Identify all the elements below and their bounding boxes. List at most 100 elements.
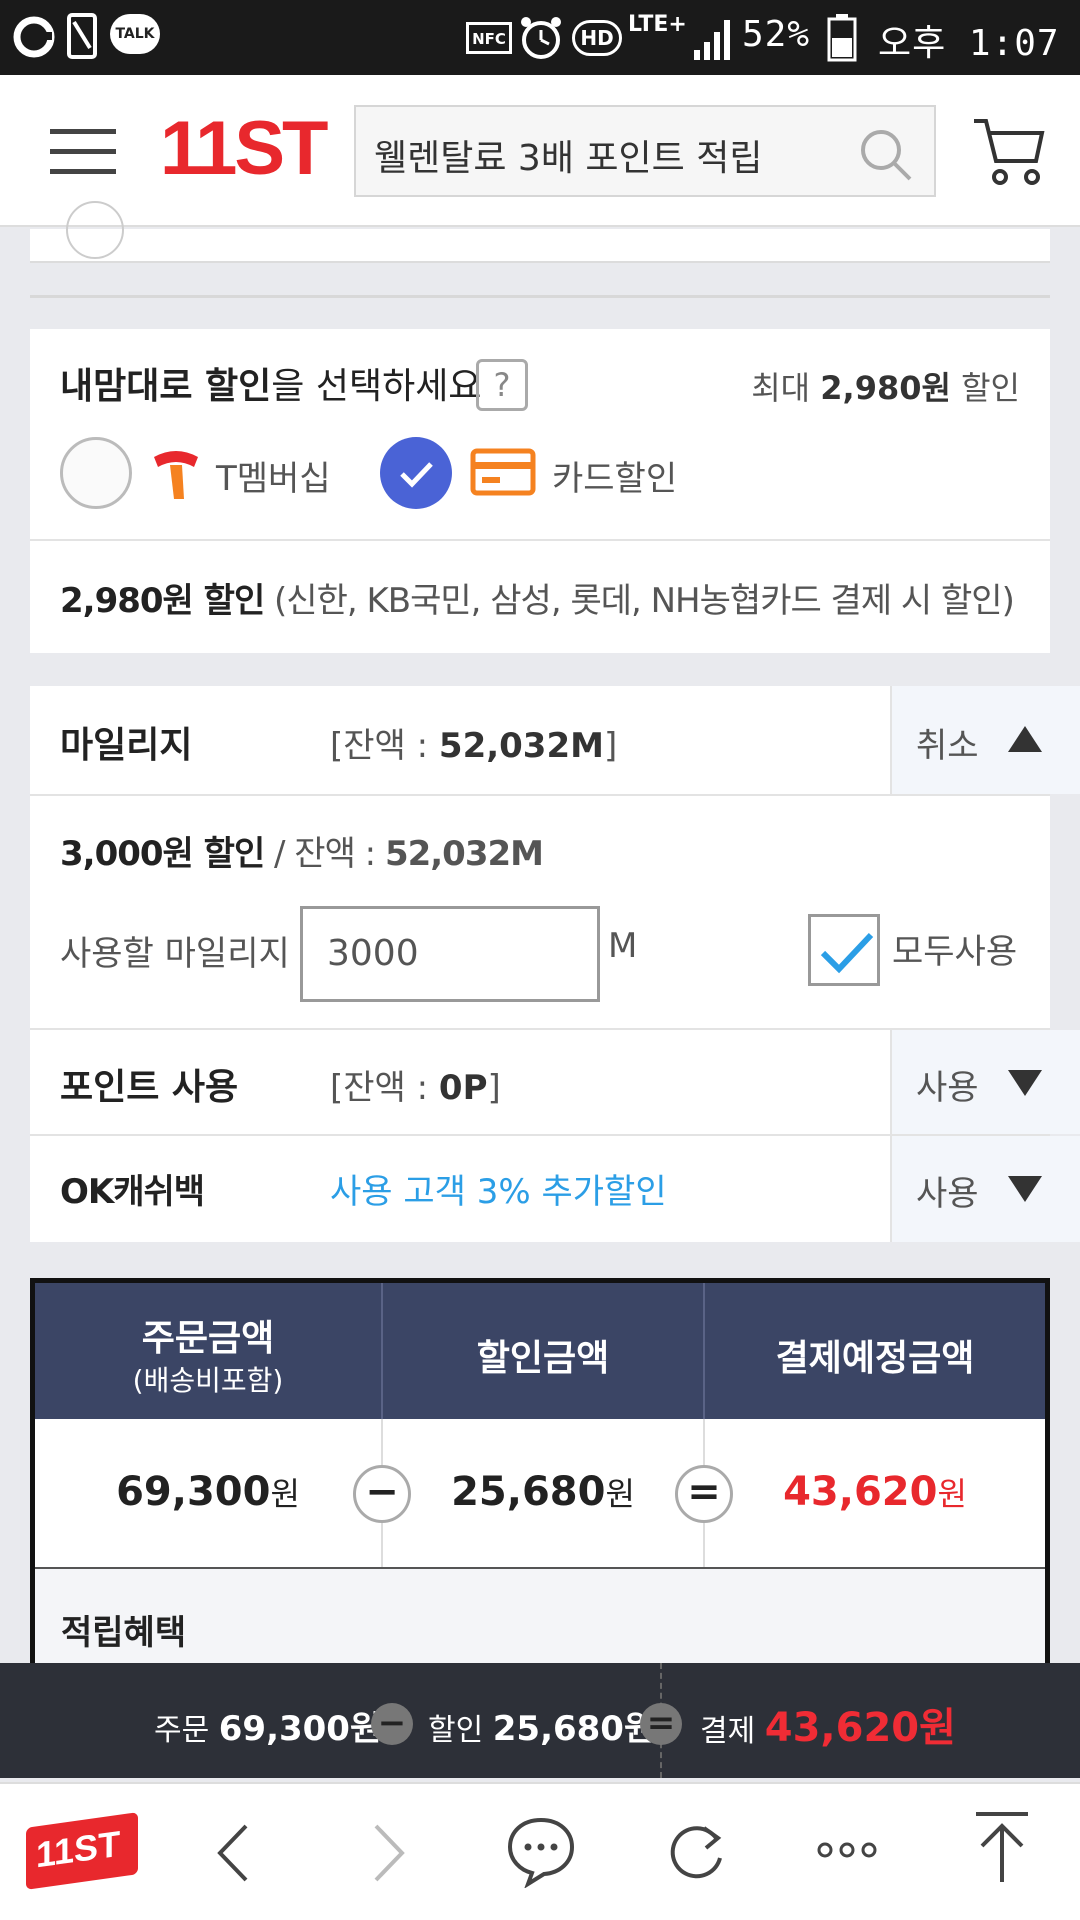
point-use-button[interactable]: 사용 xyxy=(890,1030,1080,1134)
search-input[interactable]: 웰렌탈료 3배 포인트 적립 xyxy=(354,105,936,197)
forward-icon[interactable] xyxy=(362,1822,412,1884)
use-all-checkbox[interactable] xyxy=(808,914,880,986)
back-icon[interactable] xyxy=(210,1822,260,1884)
cart-icon[interactable] xyxy=(972,115,1046,189)
divider xyxy=(30,539,1050,541)
discount-title: 내맘대로 할인을 선택하세요 xyxy=(60,357,481,409)
lte-label: LTE+ xyxy=(628,12,687,37)
reward-label: 적립혜택 xyxy=(61,1613,187,1653)
paybar-order-label: 주문 xyxy=(154,1713,210,1748)
won-unit: 원 xyxy=(270,1475,300,1513)
mileage-unit: M xyxy=(608,926,638,966)
brand-logo[interactable]: 11ST xyxy=(160,105,328,192)
status-bar: TALK NFC HD LTE+ 52% 오후 1:07 xyxy=(0,0,1080,75)
chat-icon[interactable] xyxy=(506,1814,576,1888)
won-unit: 원 xyxy=(605,1475,635,1513)
card-discount-amount: 2,980원 할인 xyxy=(60,581,265,621)
mileage-applied-amount: 3,000원 할인 xyxy=(60,834,265,874)
pay-amount: 43,620원 xyxy=(705,1469,1045,1515)
radio-card-selected[interactable] xyxy=(380,437,452,509)
option-tmembership-label[interactable]: T멤버십 xyxy=(216,451,331,500)
checkmark-icon xyxy=(820,932,874,974)
card-discount-note: (신한, KB국민, 삼성, 롯데, NH농협카드 결제 시 할인) xyxy=(264,581,1015,621)
expand-icon xyxy=(1008,1070,1042,1096)
signal-icon xyxy=(694,20,730,60)
won-unit: 원 xyxy=(937,1475,967,1513)
collapse-icon xyxy=(1008,726,1042,752)
option-card-label[interactable]: 카드할인 xyxy=(552,451,677,500)
scroll-top-icon[interactable] xyxy=(972,1810,1032,1886)
radio-tmembership[interactable] xyxy=(60,437,132,509)
point-balance-suffix: ] xyxy=(487,1068,501,1108)
minus-icon: − xyxy=(371,1703,413,1745)
okcashbag-label: OK캐쉬백 xyxy=(60,1172,205,1212)
mileage-balance: [잔액 : 52,032M] xyxy=(330,718,617,767)
talk-label: TALK xyxy=(115,26,155,42)
max-discount: 최대 2,980원 할인 xyxy=(751,363,1020,409)
discount-title-rest: 을 선택하세요 xyxy=(271,366,482,407)
point-balance-prefix: [잔액 : xyxy=(330,1068,439,1108)
phone-card-icon xyxy=(67,13,97,59)
app-header: 11ST 웰렌탈료 3배 포인트 적립 xyxy=(0,75,1080,227)
mileage-amount-input[interactable]: 3000 xyxy=(300,906,600,1002)
home-logo-button[interactable]: 11ST xyxy=(26,1812,138,1890)
mileage-balance-suffix: ] xyxy=(603,726,618,766)
t-logo-icon xyxy=(154,451,198,499)
use-all-label[interactable]: 모두사용 xyxy=(892,924,1017,973)
search-icon[interactable] xyxy=(858,127,914,183)
divider xyxy=(30,794,1050,796)
hd-label: HD xyxy=(580,26,614,50)
home-logo-text: 11ST xyxy=(36,1822,121,1876)
notification-o-icon xyxy=(13,16,55,58)
okcashbag-use-label: 사용 xyxy=(916,1174,979,1214)
radio-partial xyxy=(66,201,124,259)
discount-amount-value: 25,680 xyxy=(451,1469,606,1515)
mileage-cancel-button[interactable]: 취소 xyxy=(890,686,1080,794)
refresh-icon[interactable] xyxy=(664,1820,728,1884)
mileage-label: 마일리지 xyxy=(60,725,193,766)
discount-card: 내맘대로 할인을 선택하세요 ? 최대 2,980원 할인 T멤버십 카드할인 … xyxy=(30,329,1050,653)
previous-card xyxy=(30,201,1050,263)
menu-icon[interactable] xyxy=(50,127,118,177)
battery-percent: 52% xyxy=(742,14,811,55)
paybar-pay: 결제 43,620원 xyxy=(700,1695,956,1753)
paybar-order-value: 69,300원 xyxy=(218,1709,382,1749)
col-discount-title: 할인금액 xyxy=(476,1338,610,1379)
hd-icon: HD xyxy=(572,20,622,56)
more-icon[interactable] xyxy=(816,1838,878,1862)
point-balance-value: 0P xyxy=(438,1068,488,1108)
max-discount-value: 2,980원 xyxy=(820,369,951,407)
mileage-balance-value: 52,032M xyxy=(438,726,604,766)
summary-header: 주문금액 (배송비포함) 할인금액 결제예정금액 xyxy=(35,1283,1045,1419)
point-use-label: 사용 xyxy=(916,1068,979,1108)
check-icon xyxy=(400,462,433,488)
okcashbag-use-button[interactable]: 사용 xyxy=(890,1136,1080,1242)
clock: 오후 1:07 xyxy=(878,23,1060,64)
max-discount-label: 최대 xyxy=(751,369,821,407)
point-label: 포인트 사용 xyxy=(60,1067,239,1108)
point-balance: [잔액 : 0P] xyxy=(330,1060,501,1109)
payment-bar: 주문 69,300원 − 할인 25,680원 = 결제 43,620원 xyxy=(0,1663,1080,1778)
section-divider xyxy=(30,295,1050,298)
mileage-applied-rest: / 잔액 : xyxy=(264,834,385,874)
mileage-balance-prefix: [잔액 : xyxy=(330,726,439,766)
benefits-card: 마일리지 [잔액 : 52,032M] 취소 3,000원 할인 / 잔액 : … xyxy=(30,686,1080,1242)
discount-title-bold: 내맘대로 할인 xyxy=(60,366,272,407)
battery-icon xyxy=(827,14,857,62)
equals-icon: = xyxy=(640,1703,682,1745)
discount-amount: 25,680원 xyxy=(383,1469,703,1515)
paybar-pay-value: 43,620원 xyxy=(764,1705,956,1751)
okcashbag-promo[interactable]: 사용 고객 3% 추가할인 xyxy=(330,1164,667,1213)
browser-nav: 11ST xyxy=(0,1782,1080,1920)
nfc-label: NFC xyxy=(472,30,506,48)
max-discount-suffix: 할인 xyxy=(950,369,1020,407)
col-pay-title: 결제예정금액 xyxy=(775,1338,975,1379)
paybar-discount-label: 할인 xyxy=(428,1713,484,1748)
mileage-use-label: 사용할 마일리지 xyxy=(60,934,290,974)
search-value: 웰렌탈료 3배 포인트 적립 xyxy=(374,138,763,179)
paybar-discount: 할인 25,680원 xyxy=(428,1701,655,1750)
kakaotalk-icon: TALK xyxy=(110,14,160,54)
help-button[interactable]: ? xyxy=(476,359,528,411)
credit-card-icon xyxy=(470,448,536,496)
mileage-cancel-label: 취소 xyxy=(916,726,979,766)
